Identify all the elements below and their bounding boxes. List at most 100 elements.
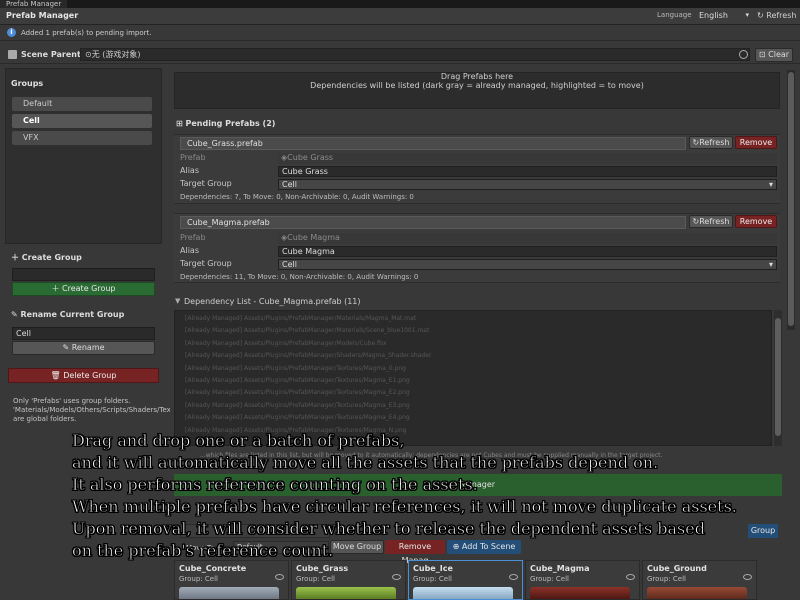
tile-name: Cube_Concrete: [179, 564, 247, 573]
tile-name: Cube_Magma: [530, 564, 590, 573]
pending-title: ⊞ Pending Prefabs (2): [176, 119, 276, 128]
drop-area[interactable]: Drag Prefabs here Dependencies will be l…: [174, 72, 780, 109]
eye-icon[interactable]: [626, 574, 635, 580]
alias-label: Alias: [180, 166, 199, 175]
pending-deps: Dependencies: 7, To Move: 0, Non-Archiva…: [180, 193, 414, 201]
tile-thumbnail: [296, 587, 396, 599]
target-group-value: Cell: [282, 180, 297, 189]
card-remove-button[interactable]: Remove: [735, 136, 777, 149]
dependency-item[interactable]: [Already Managed] Assets/Plugins/PrefabM…: [175, 338, 771, 350]
alias-input[interactable]: Cube Magma: [278, 246, 777, 257]
eye-icon[interactable]: [392, 574, 401, 580]
create-group-input[interactable]: [12, 268, 155, 281]
clear-button[interactable]: ⊡ Clear: [755, 48, 793, 62]
create-group-button-label: Create Group: [62, 284, 116, 293]
card-refresh-label: Refresh: [699, 217, 730, 226]
caption-line: Drag and drop one or a batch of prefabs,: [72, 431, 405, 451]
refresh-button[interactable]: ↻ Refresh: [757, 9, 796, 22]
alias-label: Alias: [180, 246, 199, 255]
chevron-down-icon: ▾: [768, 180, 773, 189]
caption-line: It also performs reference counting on t…: [72, 475, 478, 495]
object-picker-icon[interactable]: [739, 50, 748, 59]
eye-icon[interactable]: [509, 574, 518, 580]
pending-deps: Dependencies: 11, To Move: 0, Non-Archiv…: [180, 273, 419, 281]
scene-parent-label: Scene Parent: [21, 50, 81, 59]
prefab-tile[interactable]: Cube_Grass Group: Cell: [291, 560, 406, 600]
window-tab[interactable]: Prefab Manager: [0, 0, 68, 8]
prefab-ref-field: ◈Cube Magma: [278, 233, 777, 244]
target-group-select[interactable]: Cell ▾: [278, 179, 777, 190]
card-refresh-button[interactable]: ↻Refresh: [689, 215, 733, 228]
caption-line: Upon removal, it will consider whether t…: [72, 519, 706, 539]
tile-group: Group: Cell: [413, 575, 452, 583]
drop-area-line1: Drag Prefabs here: [440, 72, 514, 81]
dependency-scrollbar-thumb[interactable]: [775, 318, 781, 436]
tile-name: Cube_Ice: [413, 564, 453, 573]
dependency-list-title: Dependency List - Cube_Magma.prefab (11): [184, 297, 361, 306]
target-group-select[interactable]: Cell ▾: [278, 259, 777, 270]
pending-prefab-name[interactable]: Cube_Grass.prefab: [180, 137, 686, 150]
dependency-item[interactable]: [Already Managed] Assets/Plugins/PrefabM…: [175, 400, 771, 412]
prefab-ref-value: Cube Magma: [287, 233, 340, 242]
info-icon: i: [7, 28, 16, 37]
target-group-value: Cell: [282, 260, 297, 269]
drop-area-line2: Dependencies will be listed (dark gray =…: [310, 81, 644, 90]
dependency-item[interactable]: [Already Managed] Assets/Plugins/PrefabM…: [175, 350, 771, 362]
rename-group-title-text: Rename Current Group: [20, 310, 125, 319]
pending-title-text: Pending Prefabs (2): [185, 119, 276, 128]
language-dropdown[interactable]: English ▾: [696, 9, 752, 22]
prefab-ref-field: ◈Cube Grass: [278, 153, 777, 164]
caption-line: on the prefab's reference count.: [72, 541, 334, 561]
card-remove-button[interactable]: Remove: [735, 215, 777, 228]
group-item-vfx[interactable]: VFX: [12, 131, 152, 145]
main-scrollbar-thumb[interactable]: [788, 72, 794, 326]
cube-icon: [8, 50, 17, 59]
create-group-title: ＋ Create Group: [11, 253, 82, 262]
eye-icon[interactable]: [743, 574, 752, 580]
prefab-label: Prefab: [180, 153, 206, 162]
rename-group-input[interactable]: Cell: [12, 327, 155, 340]
window-title: Prefab Manager: [6, 11, 79, 20]
group-item-default[interactable]: Default: [12, 97, 152, 111]
dependency-item[interactable]: [Already Managed] Assets/Plugins/PrefabM…: [175, 363, 771, 375]
tile-group: Group: Cell: [296, 575, 335, 583]
prefab-ref-value: Cube Grass: [287, 153, 334, 162]
dependency-list: [Already Managed] Assets/Plugins/PrefabM…: [174, 310, 772, 446]
dependency-item[interactable]: [Already Managed] Assets/Plugins/PrefabM…: [175, 325, 771, 337]
folders-note: Only 'Prefabs' uses group folders. 'Mate…: [13, 397, 362, 423]
chevron-down-icon: ▾: [745, 11, 749, 19]
tile-thumbnail: [647, 587, 747, 599]
tile-name: Cube_Ground: [647, 564, 707, 573]
dependency-item[interactable]: [Already Managed] Assets/Plugins/PrefabM…: [175, 375, 771, 387]
language-label: Language: [657, 11, 692, 19]
prefab-tile[interactable]: Cube_Magma Group: Cell: [525, 560, 640, 600]
rename-button[interactable]: ✎ Rename: [12, 341, 155, 355]
alias-input[interactable]: Cube Grass: [278, 166, 777, 177]
clear-label: Clear: [768, 50, 790, 59]
group-item-cell[interactable]: Cell: [12, 114, 152, 128]
prefab-label: Prefab: [180, 233, 206, 242]
groups-title: Groups: [11, 79, 44, 88]
card-refresh-label: Refresh: [699, 138, 730, 147]
prefab-tile[interactable]: Cube_Ice Group: Cell: [408, 560, 523, 600]
foldout-arrow-icon[interactable]: ▼: [175, 297, 180, 305]
create-group-button[interactable]: ＋ Create Group: [12, 282, 155, 296]
dependency-item[interactable]: [Already Managed] Assets/Plugins/PrefabM…: [175, 412, 771, 424]
delete-group-button[interactable]: 🗑 Delete Group: [8, 368, 159, 383]
language-value: English: [699, 11, 728, 20]
tile-name: Cube_Grass: [296, 564, 349, 573]
prefab-tile[interactable]: Cube_Concrete Group: Cell: [174, 560, 289, 600]
delete-group-label: Delete Group: [63, 371, 117, 380]
rename-group-title: ✎ Rename Current Group: [11, 310, 125, 319]
pending-prefab-name[interactable]: Cube_Magma.prefab: [180, 216, 686, 229]
create-group-title-text: Create Group: [21, 253, 82, 262]
scene-parent-field[interactable]: ⊙无 (游戏对象): [80, 48, 750, 61]
tile-thumbnail: [413, 587, 513, 599]
card-refresh-button[interactable]: ↻Refresh: [689, 136, 733, 149]
tile-group: Group: Cell: [647, 575, 686, 583]
eye-icon[interactable]: [275, 574, 284, 580]
rename-button-label: Rename: [71, 343, 105, 352]
prefab-tile[interactable]: Cube_Ground Group: Cell: [642, 560, 757, 600]
dependency-item[interactable]: [Already Managed] Assets/Plugins/PrefabM…: [175, 313, 771, 325]
dependency-item[interactable]: [Already Managed] Assets/Plugins/PrefabM…: [175, 387, 771, 399]
